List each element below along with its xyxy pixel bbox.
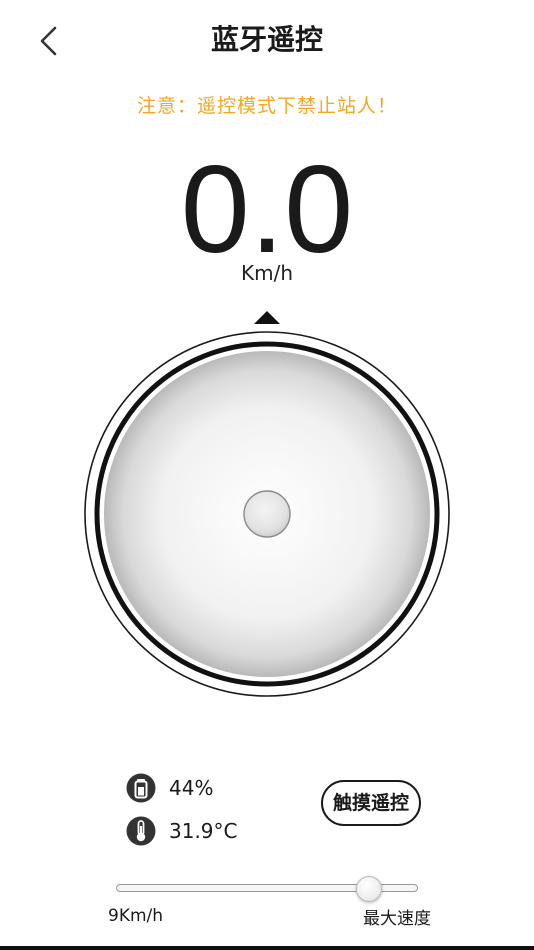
- touch-remote-button[interactable]: 触摸遥控: [321, 780, 421, 826]
- battery-level: 44%: [169, 776, 214, 800]
- temperature-value: 31.9°C: [169, 819, 238, 843]
- thermometer-icon: [126, 816, 156, 846]
- slider-thumb[interactable]: [356, 876, 382, 902]
- bottom-edge: [0, 946, 534, 950]
- nav-bar: 蓝牙遥控: [0, 0, 534, 80]
- direction-indicator-icon: [254, 311, 280, 324]
- speed-unit: Km/h: [240, 261, 293, 285]
- battery-status: 44%: [126, 771, 213, 805]
- warning-text: 注意：遥控模式下禁止站人！: [136, 95, 397, 117]
- slider-min-label: 9Km/h: [108, 906, 164, 926]
- battery-icon: [126, 773, 156, 803]
- temperature-status: 31.9°C: [126, 814, 238, 848]
- speed-value: 0.0: [180, 141, 354, 279]
- slider-max-label: 最大速度: [363, 909, 431, 929]
- joystick-knob[interactable]: [243, 490, 291, 538]
- max-speed-slider[interactable]: [116, 872, 418, 904]
- page-title: 蓝牙遥控: [210, 23, 323, 56]
- joystick-control[interactable]: [80, 305, 454, 715]
